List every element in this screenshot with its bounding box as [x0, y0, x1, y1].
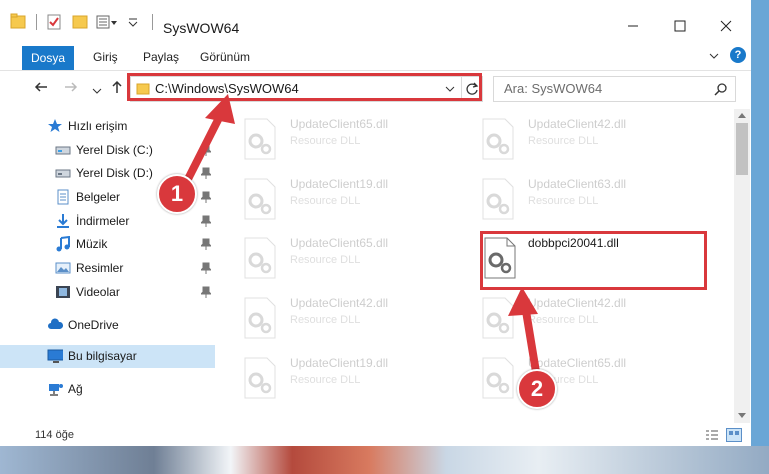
step-badge-1: 1	[157, 174, 197, 214]
step-badge-2: 2	[517, 369, 557, 409]
annotation-arrows	[181, 94, 541, 379]
